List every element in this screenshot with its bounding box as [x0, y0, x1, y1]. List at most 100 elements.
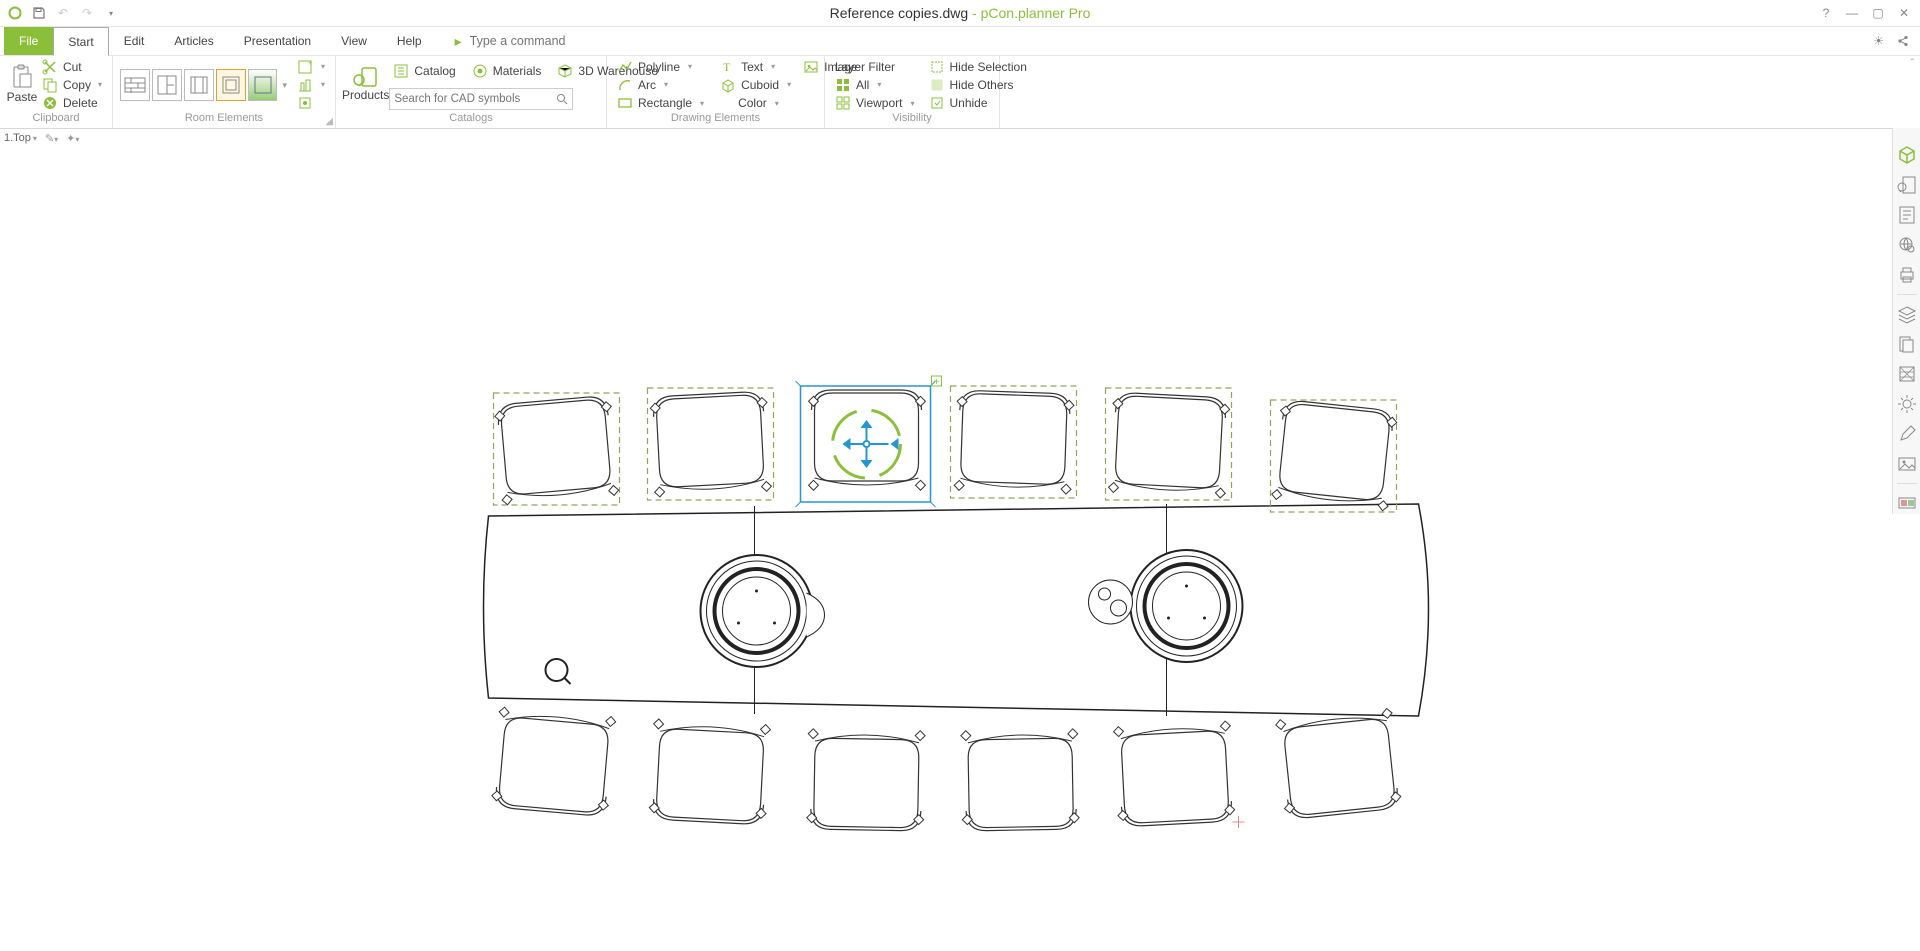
viewport-name[interactable]: 1.Top — [4, 132, 31, 144]
group-catalogs: Products Catalog Materials 3D Warehouse … — [336, 56, 607, 128]
group-drawing-elements: Polyline Arc Rectangle TText Cuboid Colo… — [607, 56, 825, 128]
cut-button[interactable]: Cut — [38, 58, 106, 75]
undo-icon[interactable]: ↶ — [54, 4, 72, 22]
room-more-icon[interactable]: ▾ — [282, 80, 287, 91]
side-layers-icon[interactable] — [1896, 303, 1918, 325]
tab-start[interactable]: Start — [53, 27, 108, 56]
all-button[interactable]: All — [831, 76, 919, 93]
help-icon[interactable]: ? — [1818, 6, 1834, 20]
products-button[interactable]: Products — [342, 58, 389, 110]
side-sun-icon[interactable] — [1896, 393, 1918, 415]
chair-bottom-4 — [961, 729, 1080, 831]
chair-top-4 — [951, 386, 1077, 498]
ribbon-collapse-icon[interactable]: ˆ — [1911, 58, 1914, 69]
menubar: File Start Edit Articles Presentation Vi… — [0, 27, 1920, 56]
materials-button[interactable]: Materials — [468, 62, 546, 80]
side-media-icon[interactable] — [1896, 492, 1918, 514]
copy-button[interactable]: Copy▾ — [38, 76, 106, 93]
side-product-search-icon[interactable] — [1896, 174, 1918, 196]
tab-file[interactable]: File — [4, 27, 53, 55]
chair-bottom-5 — [1113, 721, 1235, 827]
window-title: Reference copies.dwg - pCon.planner Pro — [0, 5, 1920, 21]
arc-button[interactable]: Arc — [613, 76, 708, 93]
room-option-3[interactable] — [293, 95, 329, 112]
window-controls: ? — ▢ ✕ — [1810, 6, 1920, 20]
cuboid-button[interactable]: Cuboid — [716, 76, 795, 93]
document-name: Reference copies.dwg — [830, 5, 969, 21]
chair-bottom-1 — [491, 707, 616, 817]
side-properties-icon[interactable] — [1896, 204, 1918, 226]
wall-tool[interactable] — [120, 69, 150, 101]
svg-text:+: + — [308, 60, 312, 67]
delete-button[interactable]: Delete — [38, 95, 106, 112]
group-clipboard: Paste Cut Copy▾ Delete Clipboard — [0, 56, 113, 128]
group-visibility-label: Visibility — [831, 112, 993, 128]
catalog-button[interactable]: Catalog — [389, 62, 459, 80]
viewport-button[interactable]: Viewport — [831, 95, 919, 112]
catalog-search[interactable] — [389, 88, 573, 110]
tab-articles[interactable]: Articles — [159, 27, 228, 55]
group-drawing-label: Drawing Elements — [613, 112, 818, 128]
room-option-2[interactable] — [293, 76, 329, 93]
chair-top-5 — [1106, 388, 1232, 500]
ribbon: Paste Cut Copy▾ Delete Clipboard ▾ + — [0, 56, 1920, 129]
floor-plan: + — [0, 146, 1892, 951]
chair-top-6 — [1271, 399, 1398, 512]
table-pot-right — [1131, 550, 1243, 662]
save-icon[interactable] — [30, 4, 48, 22]
app-name: - pCon.planner Pro — [968, 5, 1090, 21]
render-mode-icon[interactable]: ✎▾ — [45, 132, 58, 145]
window-tool[interactable] — [184, 69, 214, 101]
viewport-settings-icon[interactable]: ✦▾ — [66, 132, 79, 145]
tab-help[interactable]: Help — [382, 27, 437, 55]
menubar-right: ☀ — [1873, 27, 1920, 55]
side-tool-palette — [1892, 128, 1920, 514]
room-option-1[interactable]: + — [293, 58, 329, 75]
brightness-icon[interactable]: ☀ — [1873, 34, 1884, 48]
side-image-icon[interactable] — [1896, 453, 1918, 475]
drawing-canvas[interactable]: + — [0, 146, 1892, 951]
side-globe-icon[interactable] — [1896, 234, 1918, 256]
floor-tool[interactable] — [248, 69, 278, 101]
app-icon — [6, 4, 24, 22]
color-button[interactable]: Color — [734, 95, 795, 112]
viewport-dd-icon[interactable]: ▾ — [33, 134, 37, 143]
room-launcher-icon[interactable]: ◢ — [325, 116, 333, 127]
svg-text:T: T — [723, 60, 731, 74]
room-tool-selected[interactable] — [216, 69, 246, 101]
chair-bottom-6 — [1275, 708, 1402, 820]
tab-presentation[interactable]: Presentation — [229, 27, 326, 55]
command-input[interactable] — [468, 27, 632, 55]
group-clipboard-label: Clipboard — [6, 112, 106, 128]
chair-top-3-selected[interactable]: + — [796, 376, 942, 507]
layer-filter-button[interactable]: Layer Filter — [831, 58, 919, 75]
search-icon[interactable] — [552, 93, 572, 105]
maximize-icon[interactable]: ▢ — [1870, 6, 1886, 20]
side-3d-icon[interactable] — [1896, 144, 1918, 166]
group-visibility: Layer Filter All Viewport Hide Selection… — [825, 56, 1000, 128]
close-icon[interactable]: ✕ — [1896, 6, 1912, 20]
minimize-icon[interactable]: — — [1844, 6, 1860, 20]
chair-bottom-3 — [807, 729, 926, 831]
side-hatch-icon[interactable] — [1896, 363, 1918, 385]
group-catalogs-label: Catalogs — [342, 112, 600, 128]
chair-bottom-2 — [649, 719, 771, 825]
tab-edit[interactable]: Edit — [109, 27, 160, 55]
tab-view[interactable]: View — [326, 27, 382, 55]
share-icon[interactable] — [1896, 34, 1910, 48]
chair-top-2 — [648, 388, 774, 500]
text-button[interactable]: TText — [716, 58, 795, 75]
redo-icon[interactable]: ↷ — [78, 4, 96, 22]
paste-button[interactable]: Paste — [6, 58, 38, 110]
rectangle-button[interactable]: Rectangle — [613, 95, 708, 112]
qat-dropdown-icon[interactable]: ▾ — [102, 4, 120, 22]
conference-table — [484, 504, 1429, 716]
catalog-search-input[interactable] — [390, 93, 552, 105]
group-room-elements: ▾ + Room Elements ◢ — [113, 56, 336, 128]
door-tool[interactable] — [152, 69, 182, 101]
side-pen-icon[interactable] — [1896, 423, 1918, 445]
quick-access-toolbar: ↶ ↷ ▾ — [0, 4, 126, 22]
side-sheets-icon[interactable] — [1896, 333, 1918, 355]
polyline-button[interactable]: Polyline — [613, 58, 708, 75]
side-print-icon[interactable] — [1896, 264, 1918, 286]
